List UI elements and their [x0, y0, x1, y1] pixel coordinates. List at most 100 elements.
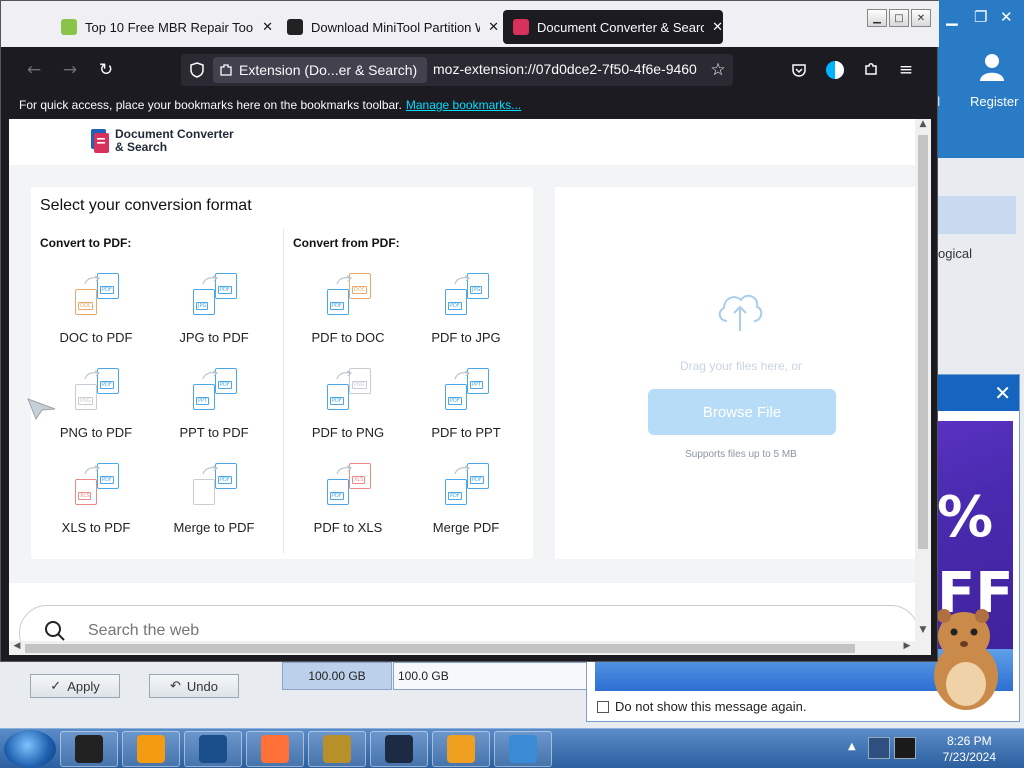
dont-show-again-checkbox[interactable]: Do not show this message again. — [597, 699, 807, 714]
taskbar-media-player-button[interactable] — [122, 731, 180, 767]
taskbar-app-dark-box-button[interactable] — [60, 731, 118, 767]
media-player-icon — [137, 735, 165, 763]
vertical-scrollbar[interactable]: ▲ ▼ — [915, 119, 931, 641]
search-box[interactable] — [19, 605, 919, 641]
undo-button[interactable]: ↶ Undo — [149, 674, 239, 698]
tab-minitool-download[interactable]: Download MiniTool Partition W ✕ — [277, 10, 499, 44]
format-option-merge-pdf[interactable]: PDF PDF Merge PDF — [411, 463, 521, 543]
extension-colorful-icon[interactable] — [825, 60, 845, 80]
popup-close-icon[interactable]: ✕ — [994, 381, 1011, 405]
search-input[interactable] — [88, 622, 688, 640]
file-conversion-icon: PDF PNG — [66, 368, 126, 418]
selected-partition-row[interactable] — [938, 196, 1016, 234]
manage-bookmarks-link[interactable]: Manage bookmarks... — [406, 98, 521, 112]
tab-document-converter[interactable]: Document Converter & Search ✕ — [503, 10, 723, 44]
source-file-icon: XLS — [75, 479, 97, 505]
user-add-icon[interactable] — [980, 52, 1008, 82]
format-option-label: DOC to PDF — [59, 330, 133, 345]
tab-close-icon[interactable]: ✕ — [712, 19, 723, 35]
browse-file-button[interactable]: Browse File — [648, 389, 836, 435]
horizontal-scroll-thumb[interactable] — [25, 644, 855, 653]
format-option-pdf-to-jpg[interactable]: JPG PDF PDF to JPG — [411, 273, 521, 353]
file-size-limit-note: Supports files up to 5 MB — [685, 449, 797, 460]
url-text[interactable]: moz-extension://07d0dce2-7f50-4f6e-9460 — [433, 61, 701, 77]
format-option-ppt-to-pdf[interactable]: PDF PPT PPT to PDF — [159, 368, 269, 448]
site-logo[interactable]: Document Converter & Search — [89, 127, 234, 155]
format-option-xls-to-pdf[interactable]: PDF XLS XLS to PDF — [41, 463, 151, 543]
format-option-pdf-to-xls[interactable]: XLS PDF PDF to XLS — [293, 463, 403, 543]
checkbox-box[interactable] — [597, 700, 609, 713]
format-option-label: PDF to JPG — [431, 330, 501, 345]
format-option-merge-to-pdf[interactable]: PDF Merge to PDF — [159, 463, 269, 543]
address-bar[interactable]: Extension (Do...er & Search) moz-extensi… — [181, 54, 733, 86]
partition-size-cell[interactable]: 100.0 GB — [393, 662, 593, 690]
taskbar-monitor-app-button[interactable] — [370, 731, 428, 767]
convert-arrow-icon — [84, 275, 100, 285]
start-button-icon[interactable] — [4, 730, 56, 768]
system-clock[interactable]: 8:26 PM 7/23/2024 — [943, 733, 996, 765]
extensions-puzzle-icon[interactable] — [863, 61, 879, 77]
taskbar-search-tool-button[interactable] — [432, 731, 490, 767]
scroll-right-icon[interactable]: ▶ — [899, 641, 915, 651]
source-file-icon: DOC — [75, 289, 97, 315]
horizontal-scrollbar[interactable]: ◀ ▶ — [9, 641, 931, 655]
convert-from-pdf-heading: Convert from PDF: — [293, 236, 400, 250]
clock-date: 7/23/2024 — [942, 750, 996, 764]
taskbar-globe-button[interactable] — [184, 731, 242, 767]
partition-type-label: ogical — [938, 246, 972, 261]
banner-text-percent: % — [937, 485, 994, 550]
tab-close-icon[interactable]: ✕ — [488, 19, 499, 35]
taskbar-firefox-button[interactable] — [246, 731, 304, 767]
tab-close-icon[interactable]: ✕ — [262, 19, 273, 35]
source-format-tag: XLS — [78, 492, 92, 500]
reload-icon[interactable]: ↻ — [95, 59, 117, 81]
tray-network-icon[interactable] — [894, 737, 916, 759]
extension-identity-chip[interactable]: Extension (Do...er & Search) — [213, 57, 428, 83]
target-format-tag: XLS — [352, 476, 366, 484]
restore-icon[interactable]: ❐ — [974, 8, 987, 26]
firefox-icon — [261, 735, 289, 763]
menu-hamburger-icon[interactable]: ≡ — [895, 59, 917, 81]
tray-app-icon[interactable] — [868, 737, 890, 759]
format-option-jpg-to-pdf[interactable]: PDF JPG JPG to PDF — [159, 273, 269, 353]
source-file-icon: JPG — [193, 289, 215, 315]
register-button[interactable]: Register — [970, 94, 1018, 109]
format-option-doc-to-pdf[interactable]: PDF DOC DOC to PDF — [41, 273, 151, 353]
shield-icon[interactable] — [189, 62, 205, 78]
minimize-window-icon[interactable]: ▁ — [867, 9, 887, 27]
scroll-left-icon[interactable]: ◀ — [9, 641, 25, 651]
apply-button[interactable]: ✓ Apply — [30, 674, 120, 698]
extension-chip-label: Extension (Do...er & Search) — [239, 62, 418, 78]
format-option-pdf-to-doc[interactable]: DOC PDF PDF to DOC — [293, 273, 403, 353]
pocket-icon[interactable] — [791, 62, 807, 78]
apply-label: Apply — [67, 678, 100, 694]
bookmark-star-icon[interactable]: ☆ — [707, 59, 729, 81]
disk-size-cell[interactable]: 100.00 GB — [282, 662, 392, 690]
scroll-thumb[interactable] — [918, 135, 928, 549]
format-option-label: PDF to XLS — [313, 520, 383, 535]
taskbar-box-game-button[interactable] — [308, 731, 366, 767]
close-window-icon[interactable]: ✕ — [911, 9, 931, 27]
format-option-pdf-to-png[interactable]: PNG PDF PDF to PNG — [293, 368, 403, 448]
format-option-label: JPG to PDF — [179, 330, 249, 345]
dont-show-again-label: Do not show this message again. — [615, 699, 807, 714]
file-conversion-icon: PNG PDF — [318, 368, 378, 418]
tray-expand-icon[interactable]: ▲ — [848, 741, 856, 752]
tab-mbr-repair[interactable]: Top 10 Free MBR Repair Tools fo ✕ — [51, 10, 273, 44]
format-option-png-to-pdf[interactable]: PDF PNG PNG to PDF — [41, 368, 151, 448]
scroll-down-icon[interactable]: ▼ — [915, 625, 931, 639]
close-icon[interactable]: ✕ — [1000, 8, 1013, 26]
taskbar-tools-app-button[interactable] — [494, 731, 552, 767]
maximize-window-icon[interactable]: □ — [889, 9, 909, 27]
navigation-toolbar: ← → ↻ Extension (Do...er & Search) moz-e… — [9, 49, 931, 91]
format-option-pdf-to-ppt[interactable]: PPT PDF PDF to PPT — [411, 368, 521, 448]
source-format-tag: PDF — [448, 302, 462, 310]
search-icon[interactable] — [44, 620, 66, 641]
scroll-up-icon[interactable]: ▲ — [915, 119, 931, 133]
convert-to-pdf-heading: Convert to PDF: — [40, 236, 132, 250]
minimize-icon[interactable]: ▁ — [946, 8, 958, 26]
back-arrow-icon[interactable]: ← — [23, 59, 45, 81]
undo-label: Undo — [186, 678, 218, 694]
file-conversion-icon: PDF JPG — [184, 273, 244, 323]
forward-arrow-icon[interactable]: → — [59, 59, 81, 81]
